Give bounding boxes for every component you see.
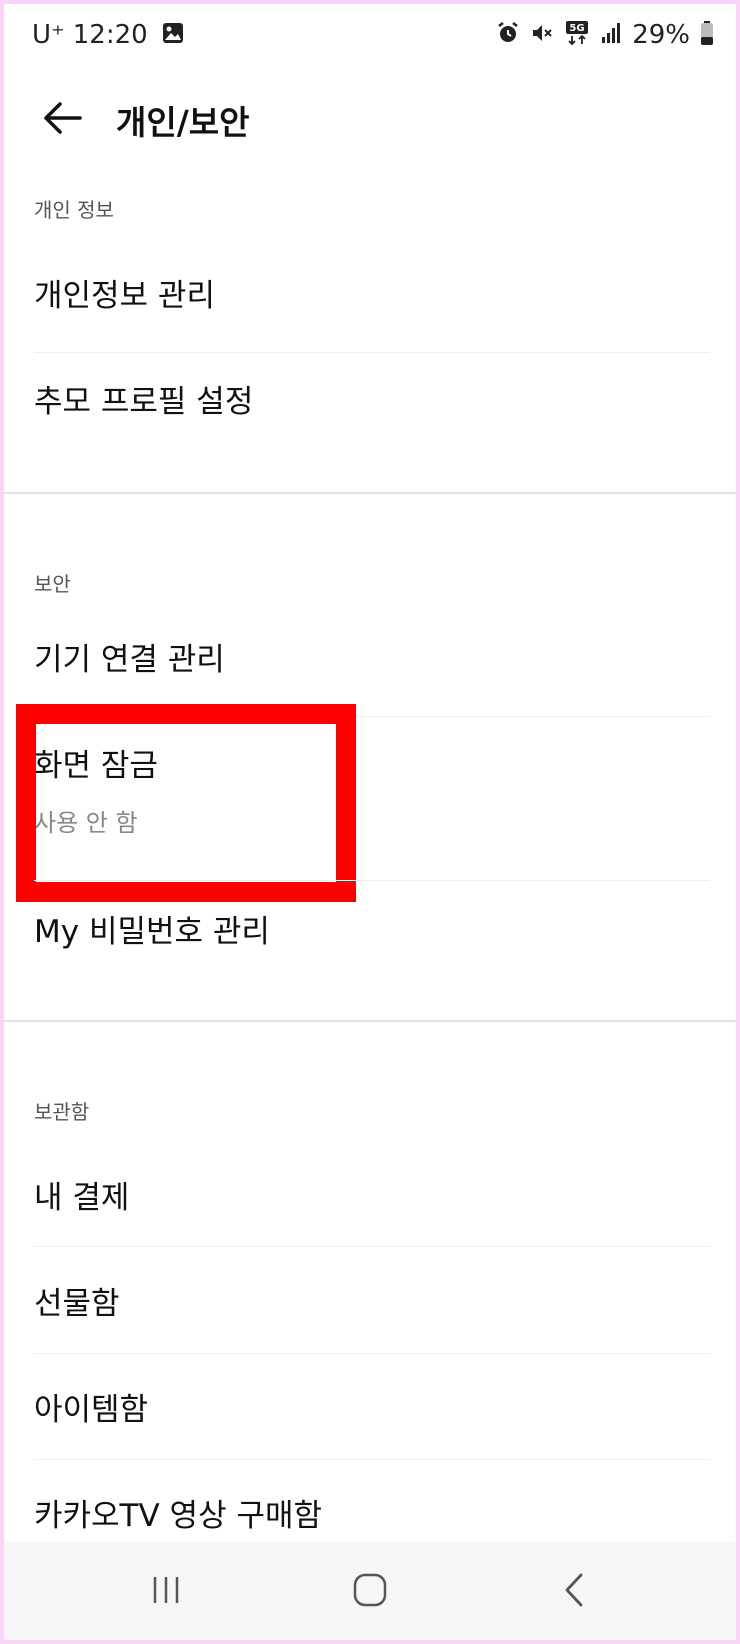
system-nav-bar	[4, 1542, 736, 1640]
back-icon	[559, 1571, 589, 1613]
section-divider	[4, 492, 736, 494]
menu-item-device-connection[interactable]: 기기 연결 관리	[34, 634, 710, 679]
menu-item-title: 카카오TV 영상 구매함	[34, 1498, 323, 1534]
battery-icon	[700, 20, 714, 50]
page-title: 개인/보안	[116, 103, 250, 142]
image-icon	[162, 22, 184, 48]
screen: U⁺ 12:20 5G 29% 개인/보안 개인 정보 개인정보 관리 추모 프…	[4, 4, 736, 1640]
home-icon	[352, 1572, 388, 1612]
divider	[34, 1459, 710, 1460]
arrow-left-icon	[42, 101, 82, 139]
menu-item-personal-info-manage[interactable]: 개인정보 관리	[34, 270, 710, 315]
battery-percent: 29%	[632, 20, 690, 50]
signal-icon	[600, 22, 622, 48]
menu-item-gift-box[interactable]: 선물함	[34, 1278, 710, 1323]
divider	[34, 1246, 710, 1247]
svg-text:5G: 5G	[570, 23, 585, 34]
nav-back-button[interactable]	[534, 1562, 614, 1622]
menu-item-title: 추모 프로필 설정	[34, 384, 254, 420]
recents-button[interactable]	[126, 1562, 206, 1622]
divider	[34, 352, 710, 353]
menu-item-title: 아이템함	[34, 1392, 149, 1428]
divider	[34, 1353, 710, 1354]
menu-item-title: 개인정보 관리	[34, 278, 215, 314]
status-bar: U⁺ 12:20 5G 29%	[4, 4, 736, 72]
section-divider	[4, 1020, 736, 1022]
menu-item-memorial-profile[interactable]: 추모 프로필 설정	[34, 376, 710, 421]
highlight-box	[16, 704, 356, 902]
app-header: 개인/보안	[4, 72, 736, 182]
carrier-label: U⁺	[32, 20, 65, 50]
recents-icon	[149, 1573, 183, 1611]
menu-item-title: My 비밀번호 관리	[34, 914, 270, 950]
divider	[34, 880, 710, 881]
menu-item-title: 선물함	[34, 1286, 120, 1322]
section-label-security: 보안	[34, 572, 71, 596]
menu-item-my-payments[interactable]: 내 결제	[34, 1172, 710, 1217]
5g-icon: 5G	[564, 20, 590, 50]
home-button[interactable]	[330, 1562, 410, 1622]
menu-item-title: 기기 연결 관리	[34, 642, 225, 678]
alarm-icon	[496, 21, 520, 49]
menu-item-title: 내 결제	[34, 1180, 130, 1216]
menu-item-my-password[interactable]: My 비밀번호 관리	[34, 906, 710, 951]
status-time: 12:20	[72, 20, 148, 50]
menu-item-item-box[interactable]: 아이템함	[34, 1384, 710, 1429]
menu-item-kakaotv-purchases[interactable]: 카카오TV 영상 구매함	[34, 1490, 710, 1535]
section-label-storage: 보관함	[34, 1100, 90, 1124]
mute-icon	[530, 21, 554, 49]
back-button[interactable]	[34, 92, 90, 148]
section-label-personal-info: 개인 정보	[34, 198, 114, 222]
